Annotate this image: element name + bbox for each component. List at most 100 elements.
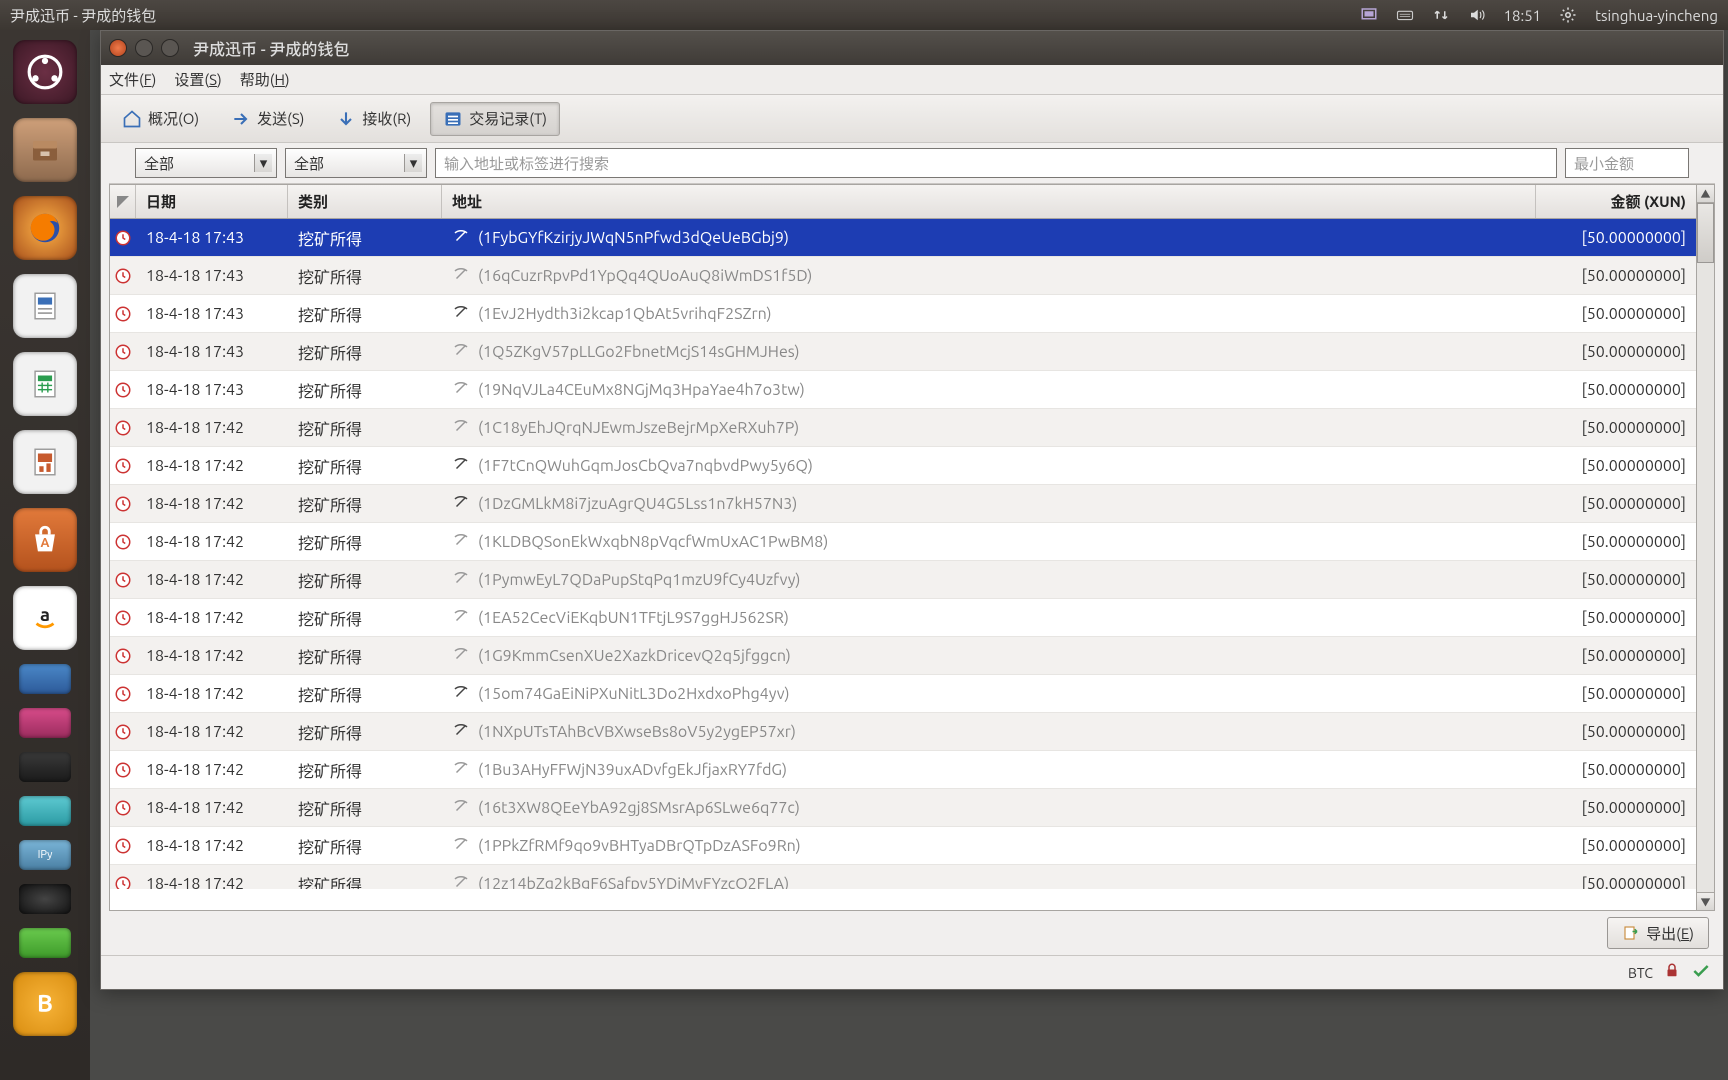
table-row[interactable]: 18-4-18 17:42挖矿所得(1DzGMLkM8i7jzuAgrQU4G5… [110,485,1696,523]
export-button[interactable]: 导出(E) [1607,917,1709,949]
cell-type: 挖矿所得 [288,644,442,668]
table-header: 日期 类别 地址 金额 (XUN) [110,185,1696,219]
table-row[interactable]: 18-4-18 17:42挖矿所得(1C18yEhJQrqNJEwmJszeBe… [110,409,1696,447]
table-row[interactable]: 18-4-18 17:42挖矿所得(1PymwEyL7QDaPupStqPq1m… [110,561,1696,599]
scroll-down-button[interactable]: ▼ [1697,892,1714,910]
cell-type: 挖矿所得 [288,378,442,402]
screen-icon[interactable] [1360,6,1378,24]
status-currency: BTC [1628,965,1653,981]
gear-icon[interactable] [1559,6,1577,24]
tab-overview-label: 概况(O) [148,108,199,129]
scroll-thumb[interactable] [1697,203,1714,263]
main-toolbar: 概况(O) 发送(S) 接收(R) 交易记录(T) [101,95,1723,143]
tab-transactions[interactable]: 交易记录(T) [430,102,560,136]
user-label[interactable]: tsinghua-yincheng [1595,7,1718,24]
min-amount-input[interactable] [1565,148,1689,178]
chevron-down-icon: ▾ [254,154,272,172]
status-icon [110,229,136,247]
status-icon [110,723,136,741]
cell-date: 18-4-18 17:43 [136,267,288,285]
launcher-app-3[interactable] [19,752,71,782]
svg-text:a: a [40,605,50,625]
launcher-app-4[interactable] [19,796,71,826]
tab-send[interactable]: 发送(S) [218,102,317,136]
desktop: 尹成迅币 - 尹成的钱包 文件(F) 设置(S) 帮助(H) 概况(O) 发送(… [90,30,1728,1080]
col-status[interactable] [110,185,136,218]
status-icon [110,799,136,817]
network-icon[interactable] [1432,6,1450,24]
cell-amount: [50.00000000] [1536,419,1696,437]
launcher-app-6[interactable] [19,928,71,958]
tab-overview[interactable]: 概况(O) [109,102,212,136]
cell-address: (1G9KmmCsenXUe2XazkDricevQ2q5jfggcn) [442,645,1536,667]
filter-date-range[interactable]: 全部 ▾ [135,148,277,178]
window-minimize-button[interactable] [135,39,153,57]
table-row[interactable]: 18-4-18 17:42挖矿所得(1Bu3AHyFFWjN39uxADvfgE… [110,751,1696,789]
cell-address: (1NXpUTsTAhBcVBXwseBs8oV5y2ygEP57xr) [442,721,1536,743]
clock[interactable]: 18:51 [1504,7,1542,24]
launcher-app-5[interactable] [19,884,71,914]
col-amount[interactable]: 金额 (XUN) [1536,185,1696,218]
menu-help[interactable]: 帮助(H) [240,69,290,90]
pickaxe-icon [452,265,470,287]
table-row[interactable]: 18-4-18 17:43挖矿所得(1Q5ZKgV57pLLGo2FbnetMc… [110,333,1696,371]
launcher-files[interactable] [13,118,77,182]
window-maximize-button[interactable] [161,39,179,57]
list-icon [443,109,463,129]
table-row[interactable]: 18-4-18 17:42挖矿所得(1F7tCnQWuhGqmJosCbQva7… [110,447,1696,485]
menu-settings[interactable]: 设置(S) [174,69,221,90]
pickaxe-icon [452,417,470,439]
cell-date: 18-4-18 17:43 [136,343,288,361]
filter-type[interactable]: 全部 ▾ [285,148,427,178]
table-row[interactable]: 18-4-18 17:42挖矿所得(1G9KmmCsenXUe2XazkDric… [110,637,1696,675]
active-window-title: 尹成迅币 - 尹成的钱包 [10,5,156,26]
cell-address: (1EA52CecViEKqbUN1TFtjL9S7ggHJ562SR) [442,607,1536,629]
launcher-writer[interactable] [13,274,77,338]
window-close-button[interactable] [109,39,127,57]
vertical-scrollbar[interactable]: ▲ ▼ [1697,184,1715,911]
search-input[interactable] [435,148,1557,178]
launcher-firefox[interactable] [13,196,77,260]
filter-type-value: 全部 [294,153,324,174]
pickaxe-icon [452,379,470,401]
table-row[interactable]: 18-4-18 17:42挖矿所得(1NXpUTsTAhBcVBXwseBs8o… [110,713,1696,751]
tab-receive[interactable]: 接收(R) [323,102,424,136]
launcher-app-ipy[interactable]: IPy [19,840,71,870]
menu-file[interactable]: 文件(F) [109,69,156,90]
launcher-calc[interactable] [13,352,77,416]
table-row[interactable]: 18-4-18 17:43挖矿所得(1EvJ2Hydth3i2kcap1QbAt… [110,295,1696,333]
launcher-software[interactable]: A [13,508,77,572]
cell-date: 18-4-18 17:42 [136,723,288,741]
launcher-app-2[interactable] [19,708,71,738]
launcher-app-1[interactable] [19,664,71,694]
col-address[interactable]: 地址 [442,185,1536,218]
table-row[interactable]: 18-4-18 17:43挖矿所得(19NqVJLa4CEuMx8NGjMq3H… [110,371,1696,409]
table-row[interactable]: 18-4-18 17:42挖矿所得(1PPkZfRMf9qo9vBHTyaDBr… [110,827,1696,865]
scroll-up-button[interactable]: ▲ [1697,185,1714,203]
table-row[interactable]: 18-4-18 17:42挖矿所得(15om74GaEiNiPXuNitL3Do… [110,675,1696,713]
scroll-track[interactable] [1697,263,1714,892]
cell-amount: [50.00000000] [1536,457,1696,475]
table-row[interactable]: 18-4-18 17:42挖矿所得(12z14bZg2kBgF6Safpv5YD… [110,865,1696,889]
launcher-bitcoin-wallet[interactable]: B [13,972,77,1036]
status-icon [110,457,136,475]
cell-amount: [50.00000000] [1536,875,1696,890]
table-row[interactable]: 18-4-18 17:43挖矿所得(1FybGYfKzirjyJWqN5nPfw… [110,219,1696,257]
col-type[interactable]: 类别 [288,185,442,218]
window-titlebar[interactable]: 尹成迅币 - 尹成的钱包 [101,31,1723,65]
launcher-impress[interactable] [13,430,77,494]
table-row[interactable]: 18-4-18 17:43挖矿所得(16qCuzrRpvPd1YpQq4QUoA… [110,257,1696,295]
volume-icon[interactable] [1468,6,1486,24]
wallet-lock-icon[interactable] [1663,962,1681,983]
keyboard-icon[interactable] [1396,6,1414,24]
cell-amount: [50.00000000] [1536,267,1696,285]
cell-type: 挖矿所得 [288,796,442,820]
launcher-dash[interactable] [13,40,77,104]
launcher-amazon[interactable]: a [13,586,77,650]
table-row[interactable]: 18-4-18 17:42挖矿所得(1KLDBQSonEkWxqbN8pVqcf… [110,523,1696,561]
table-row[interactable]: 18-4-18 17:42挖矿所得(1EA52CecViEKqbUN1TFtjL… [110,599,1696,637]
pickaxe-icon [452,303,470,325]
cell-amount: [50.00000000] [1536,685,1696,703]
col-date[interactable]: 日期 [136,185,288,218]
table-row[interactable]: 18-4-18 17:42挖矿所得(16t3XW8QEeYbA92gj8SMsr… [110,789,1696,827]
